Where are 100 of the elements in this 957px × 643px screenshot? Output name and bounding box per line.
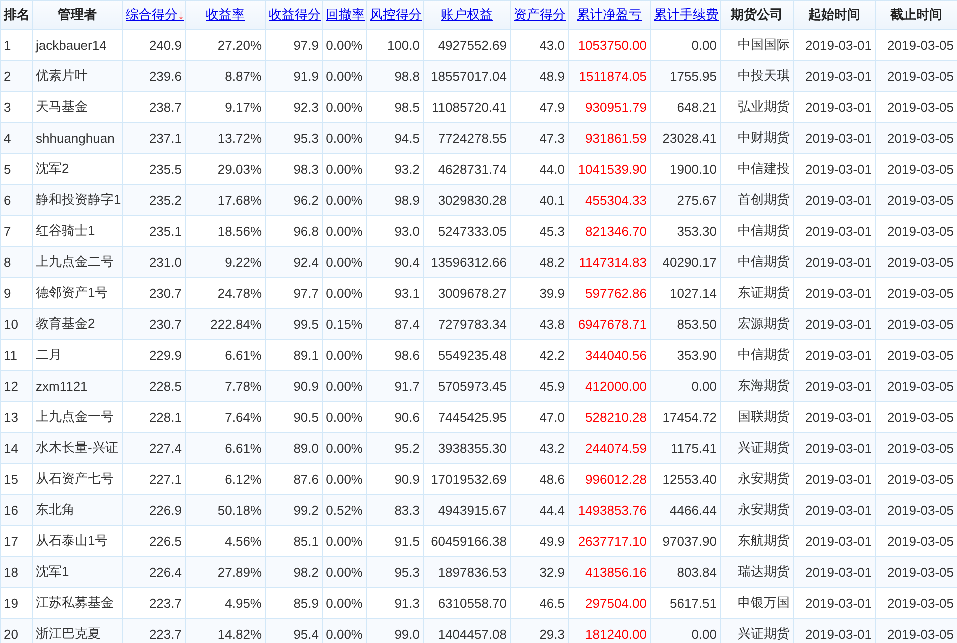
table-cell: 1404457.08	[424, 618, 510, 643]
table-cell: 0.00%	[322, 618, 366, 643]
column-header: 起始时间	[808, 7, 860, 22]
table-cell: 0.00%	[322, 432, 366, 464]
table-cell: 中财期货	[720, 122, 794, 154]
table-cell: 6947678.71	[568, 308, 650, 340]
table-cell: 2019-03-01	[794, 494, 876, 526]
table-cell: 95.3	[266, 122, 322, 154]
table-cell: 2019-03-05	[876, 60, 957, 92]
table-cell: 44.4	[510, 494, 568, 526]
table-cell: 8	[0, 246, 32, 278]
table-cell: 227.4	[122, 432, 186, 464]
table-cell: 6	[0, 184, 32, 216]
table-cell: 瑞达期货	[720, 556, 794, 588]
table-cell: 0.00%	[322, 184, 366, 216]
table-cell: 43.2	[510, 432, 568, 464]
table-cell: 90.9	[266, 370, 322, 402]
table-cell: 95.4	[266, 618, 322, 643]
table-cell: 3029830.28	[424, 184, 510, 216]
table-cell: 2019-03-01	[794, 618, 876, 643]
table-cell: 244074.59	[568, 432, 650, 464]
table-cell: 教育基金2	[32, 308, 122, 340]
table-cell: 0.00	[650, 618, 720, 643]
table-cell: 98.9	[366, 184, 424, 216]
table-cell: 92.4	[266, 246, 322, 278]
table-cell: 2019-03-01	[794, 370, 876, 402]
table-cell: 水木长量-兴证	[32, 432, 122, 464]
table-cell: 48.2	[510, 246, 568, 278]
table-cell: 0.00%	[322, 60, 366, 92]
table-cell: 2019-03-01	[794, 556, 876, 588]
table-cell: 2019-03-01	[794, 308, 876, 340]
table-cell: 1175.41	[650, 432, 720, 464]
table-cell: 1147314.83	[568, 246, 650, 278]
table-cell: 95.3	[366, 556, 424, 588]
table-cell: 8.87%	[186, 60, 266, 92]
table-cell: 7724278.55	[424, 122, 510, 154]
table-cell: 2019-03-05	[876, 556, 957, 588]
table-cell: 4466.44	[650, 494, 720, 526]
table-cell: 0.00%	[322, 122, 366, 154]
table-cell: 87.4	[366, 308, 424, 340]
table-cell: 宏源期货	[720, 308, 794, 340]
table-cell: 0.00%	[322, 246, 366, 278]
table-cell: 2019-03-01	[794, 122, 876, 154]
table-cell: 230.7	[122, 308, 186, 340]
table-cell: 931861.59	[568, 122, 650, 154]
table-cell: 27.89%	[186, 556, 266, 588]
table-cell: 45.9	[510, 370, 568, 402]
table-cell: 98.2	[266, 556, 322, 588]
table-cell: 222.84%	[186, 308, 266, 340]
table-cell: 237.1	[122, 122, 186, 154]
table-cell: 中投天琪	[720, 60, 794, 92]
table-cell: 853.50	[650, 308, 720, 340]
column-header: 截止时间	[890, 7, 942, 22]
table-cell: 0.00%	[322, 556, 366, 588]
table-cell: 228.5	[122, 370, 186, 402]
table-cell: 223.7	[122, 618, 186, 643]
table-cell: 40290.17	[650, 246, 720, 278]
table-cell: 83.3	[366, 494, 424, 526]
table-cell: 浙江巴克夏	[32, 618, 122, 643]
table-cell: 2019-03-01	[794, 184, 876, 216]
table-cell: 98.8	[366, 60, 424, 92]
table-cell: 231.0	[122, 246, 186, 278]
table-cell: 2019-03-05	[876, 432, 957, 464]
table-cell: 275.67	[650, 184, 720, 216]
table-cell: 239.6	[122, 60, 186, 92]
table-cell: 50.18%	[186, 494, 266, 526]
table-cell: 7.78%	[186, 370, 266, 402]
table-cell: 1755.95	[650, 60, 720, 92]
table-cell: 10	[0, 308, 32, 340]
table-cell: 0.15%	[322, 308, 366, 340]
table-cell: 14.82%	[186, 618, 266, 643]
table-cell: 优素片叶	[32, 60, 122, 92]
table-cell: 99.0	[366, 618, 424, 643]
table-cell: 14	[0, 432, 32, 464]
table-cell: 2019-03-01	[794, 432, 876, 464]
table-cell: 235.2	[122, 184, 186, 216]
table-cell: 95.2	[366, 432, 424, 464]
table-cell: 455304.33	[568, 184, 650, 216]
table-cell: 94.5	[366, 122, 424, 154]
table-cell: 1493853.76	[568, 494, 650, 526]
table-cell: 2019-03-05	[876, 494, 957, 526]
table-cell: 2019-03-05	[876, 184, 957, 216]
table-cell: 89.0	[266, 432, 322, 464]
column-header: 管理者	[58, 7, 97, 22]
table-cell: 东北角	[32, 494, 122, 526]
table-cell: 兴证期货	[720, 432, 794, 464]
table-cell: 沈军1	[32, 556, 122, 588]
table-cell: 9.22%	[186, 246, 266, 278]
table-cell: 43.8	[510, 308, 568, 340]
table-cell: 3938355.30	[424, 432, 510, 464]
table-cell: 47.3	[510, 122, 568, 154]
table-cell: 中信期货	[720, 246, 794, 278]
table-cell: 18	[0, 556, 32, 588]
table-cell: 2	[0, 60, 32, 92]
table-cell: 226.9	[122, 494, 186, 526]
table-cell: 上九点金二号	[32, 246, 122, 278]
table-cell: 91.7	[366, 370, 424, 402]
table-cell: 6.61%	[186, 432, 266, 464]
table-cell: 32.9	[510, 556, 568, 588]
table-cell: 48.9	[510, 60, 568, 92]
